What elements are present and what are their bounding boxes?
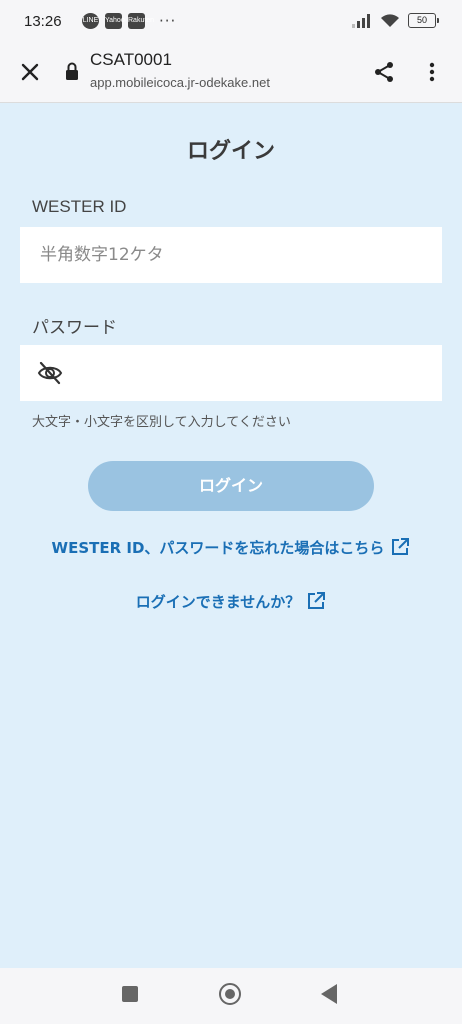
lock-icon [66, 62, 78, 80]
status-time: 13:26 [24, 13, 62, 30]
more-vert-icon[interactable] [420, 60, 444, 84]
share-icon[interactable] [372, 60, 396, 84]
status-bar: 13:26 LINE Yahoo Rakuten ··· 50 [0, 0, 462, 44]
password-hint: 大文字・小文字を区別して入力してください [32, 415, 291, 430]
cant-login-text[interactable]: ログインできませんか？ [136, 593, 301, 611]
status-indicators: 50 [352, 13, 439, 28]
browser-toolbar: CSAT0001 app.mobileicoca.jr-odekake.net [0, 44, 462, 103]
password-field[interactable] [20, 345, 442, 403]
back-icon[interactable] [321, 984, 337, 1004]
login-title: ログイン [186, 139, 275, 164]
navigation-bar [0, 968, 462, 1024]
yahoo-notification-icon: Yahoo [105, 13, 125, 29]
password-input[interactable] [84, 345, 428, 403]
home-icon[interactable] [219, 983, 241, 1005]
external-link-icon [392, 538, 410, 555]
wester-id-label: WESTER ID [32, 197, 127, 216]
close-icon[interactable] [18, 60, 42, 84]
rakuten-notification-icon: Rakuten [128, 13, 154, 29]
cant-login-link[interactable]: ログインできませんか？ [0, 591, 462, 612]
more-notifications-icon: ··· [159, 12, 177, 30]
forgot-credentials-text[interactable]: WESTER ID、パスワードを忘れた場合はこちら [52, 539, 385, 557]
login-page: ログイン WESTER ID パスワード 大文字・小文字を区別して入力してくださ… [0, 103, 462, 968]
visibility-off-icon[interactable] [36, 360, 64, 386]
signal-icon [352, 13, 370, 28]
url-host[interactable]: app.mobileicoca.jr-odekake.net [90, 75, 270, 90]
battery-icon: 50 [408, 13, 439, 28]
forgot-credentials-link[interactable]: WESTER ID、パスワードを忘れた場合はこちら [0, 537, 462, 558]
page-title: CSAT0001 [90, 50, 172, 69]
wester-id-input[interactable] [20, 227, 442, 283]
notification-icons: LINE Yahoo Rakuten ··· [82, 12, 176, 30]
password-label: パスワード [32, 318, 117, 338]
wifi-icon [381, 14, 399, 27]
external-link-icon [308, 592, 326, 609]
line-notification-icon: LINE [82, 13, 99, 29]
login-button[interactable]: ログイン [88, 461, 374, 511]
recent-apps-icon[interactable] [122, 986, 138, 1002]
